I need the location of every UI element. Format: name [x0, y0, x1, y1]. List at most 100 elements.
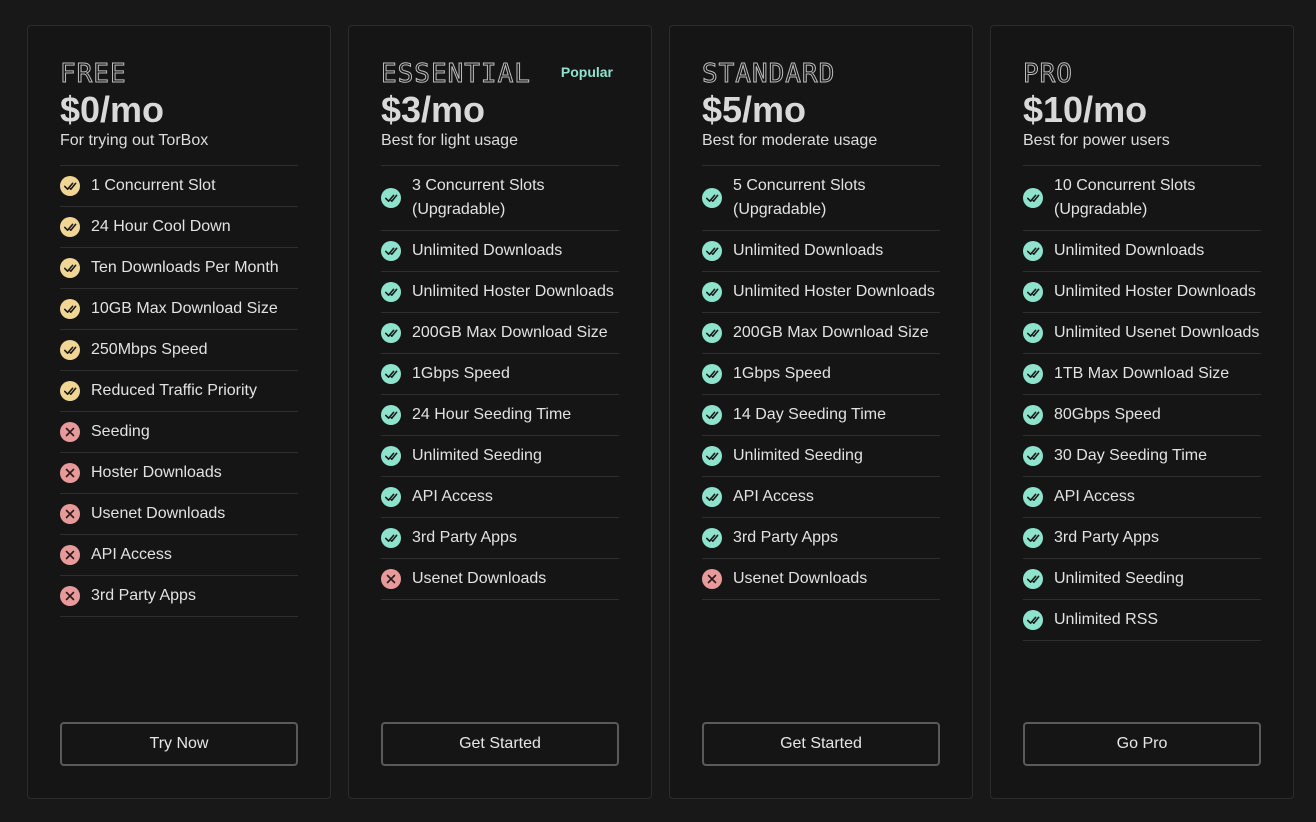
check-icon: [702, 446, 722, 466]
feature-label: Unlimited Downloads: [733, 242, 884, 259]
plan-header: STANDARD $5/mo Best for moderate usage: [701, 58, 940, 150]
feature-item: 3rd Party Apps: [702, 518, 940, 559]
feature-label: Unlimited Hoster Downloads: [733, 283, 935, 300]
plan-tagline: For trying out TorBox: [60, 132, 209, 149]
feature-label: Reduced Traffic Priority: [91, 382, 257, 399]
feature-item: Reduced Traffic Priority: [60, 371, 298, 412]
get-started-button[interactable]: Get Started: [381, 722, 619, 766]
feature-item: Usenet Downloads: [702, 559, 940, 600]
plan-name: ESSENTIAL: [381, 59, 531, 90]
feature-item: API Access: [702, 477, 940, 518]
feature-item: API Access: [60, 535, 298, 576]
check-icon: [702, 364, 722, 384]
feature-label: Usenet Downloads: [412, 570, 547, 587]
feature-item: 200GB Max Download Size: [702, 313, 940, 354]
check-icon: [381, 405, 401, 425]
popular-badge: Popular: [560, 64, 613, 80]
feature-item: 14 Day Seeding Time: [702, 395, 940, 436]
feature-label: Unlimited RSS: [1054, 611, 1159, 628]
feature-label: 3rd Party Apps: [733, 529, 838, 546]
plan-card-standard: STANDARD $5/mo Best for moderate usage 5…: [669, 25, 973, 799]
plan-tagline: Best for power users: [1023, 132, 1170, 149]
feature-label: 200GB Max Download Size: [733, 324, 929, 341]
feature-item: 200GB Max Download Size: [381, 313, 619, 354]
plan-card-essential: ESSENTIAL Popular $3/mo Best for light u…: [348, 25, 652, 799]
plan-header: FREE $0/mo For trying out TorBox: [60, 58, 298, 150]
cross-icon: [702, 569, 722, 589]
check-icon: [702, 188, 722, 208]
check-icon: [60, 299, 80, 319]
feature-label: Unlimited Downloads: [412, 242, 563, 259]
feature-item: 3rd Party Apps: [381, 518, 619, 559]
go-pro-button[interactable]: Go Pro: [1023, 722, 1261, 766]
plan-price: $0/mo: [60, 89, 165, 130]
feature-label: 1Gbps Speed: [733, 365, 831, 382]
feature-label: Unlimited Hoster Downloads: [412, 283, 614, 300]
feature-label: Seeding: [91, 423, 150, 440]
try-now-button[interactable]: Try Now: [60, 722, 298, 766]
feature-label: 10GB Max Download Size: [91, 300, 278, 317]
check-icon: [381, 241, 401, 261]
check-icon: [1023, 364, 1043, 384]
feature-item: Unlimited Downloads: [702, 231, 940, 272]
feature-label: 5 Concurrent Slots (Upgradable): [733, 177, 866, 218]
check-icon: [381, 487, 401, 507]
feature-list: 5 Concurrent Slots (Upgradable) Unlimited…: [702, 165, 940, 600]
pricing-plans: FREE $0/mo For trying out TorBox 1 Concu…: [27, 25, 1294, 799]
feature-item: Unlimited Seeding: [702, 436, 940, 477]
feature-item: Unlimited Downloads: [1023, 231, 1261, 272]
feature-label: Unlimited Seeding: [412, 447, 542, 464]
plan-price: $3/mo: [381, 89, 486, 130]
check-icon: [1023, 446, 1043, 466]
feature-label: 250Mbps Speed: [91, 341, 208, 358]
feature-item: Unlimited Seeding: [1023, 559, 1261, 600]
feature-item: Ten Downloads Per Month: [60, 248, 298, 289]
check-icon: [60, 176, 80, 196]
feature-label: Ten Downloads Per Month: [91, 259, 279, 276]
feature-label: 1Gbps Speed: [412, 365, 510, 382]
feature-label: 200GB Max Download Size: [412, 324, 608, 341]
check-icon: [1023, 528, 1043, 548]
feature-label: Unlimited Downloads: [1054, 242, 1205, 259]
feature-label: Unlimited Seeding: [1054, 570, 1184, 587]
feature-label: API Access: [91, 546, 172, 563]
check-icon: [1023, 569, 1043, 589]
check-icon: [702, 405, 722, 425]
plan-tagline: Best for moderate usage: [702, 132, 878, 149]
check-icon: [381, 364, 401, 384]
check-icon: [1023, 323, 1043, 343]
feature-label: API Access: [1054, 488, 1135, 505]
feature-label: 24 Hour Cool Down: [91, 218, 231, 235]
check-icon: [1023, 405, 1043, 425]
check-icon: [1023, 282, 1043, 302]
plan-header: PRO $10/mo Best for power users: [1023, 58, 1261, 150]
feature-item: Unlimited Usenet Downloads: [1023, 313, 1261, 354]
feature-label: Unlimited Hoster Downloads: [1054, 283, 1256, 300]
feature-item: 10 Concurrent Slots (Upgradable): [1023, 166, 1261, 231]
feature-list: 1 Concurrent Slot 24 Hour Cool Down Ten Do…: [60, 165, 298, 617]
feature-label: 3rd Party Apps: [412, 529, 517, 546]
feature-label: 1TB Max Download Size: [1054, 365, 1230, 382]
feature-item: Usenet Downloads: [381, 559, 619, 600]
feature-item: 5 Concurrent Slots (Upgradable): [702, 166, 940, 231]
feature-label: Usenet Downloads: [733, 570, 868, 587]
check-icon: [702, 282, 722, 302]
check-icon: [381, 323, 401, 343]
feature-label: 3rd Party Apps: [91, 587, 196, 604]
feature-label: 80Gbps Speed: [1054, 406, 1161, 423]
feature-item: 3 Concurrent Slots (Upgradable): [381, 166, 619, 231]
feature-label: API Access: [412, 488, 493, 505]
check-icon: [60, 217, 80, 237]
check-icon: [60, 381, 80, 401]
plan-name: PRO: [1023, 59, 1073, 90]
check-icon: [702, 487, 722, 507]
feature-item: Unlimited Hoster Downloads: [702, 272, 940, 313]
feature-label: 30 Day Seeding Time: [1054, 447, 1207, 464]
feature-item: 30 Day Seeding Time: [1023, 436, 1261, 477]
feature-item: 1Gbps Speed: [381, 354, 619, 395]
feature-label: 14 Day Seeding Time: [733, 406, 886, 423]
feature-list: 10 Concurrent Slots (Upgradable) Unlimite…: [1023, 165, 1261, 641]
get-started-button[interactable]: Get Started: [702, 722, 940, 766]
feature-item: API Access: [1023, 477, 1261, 518]
check-icon: [1023, 188, 1043, 208]
